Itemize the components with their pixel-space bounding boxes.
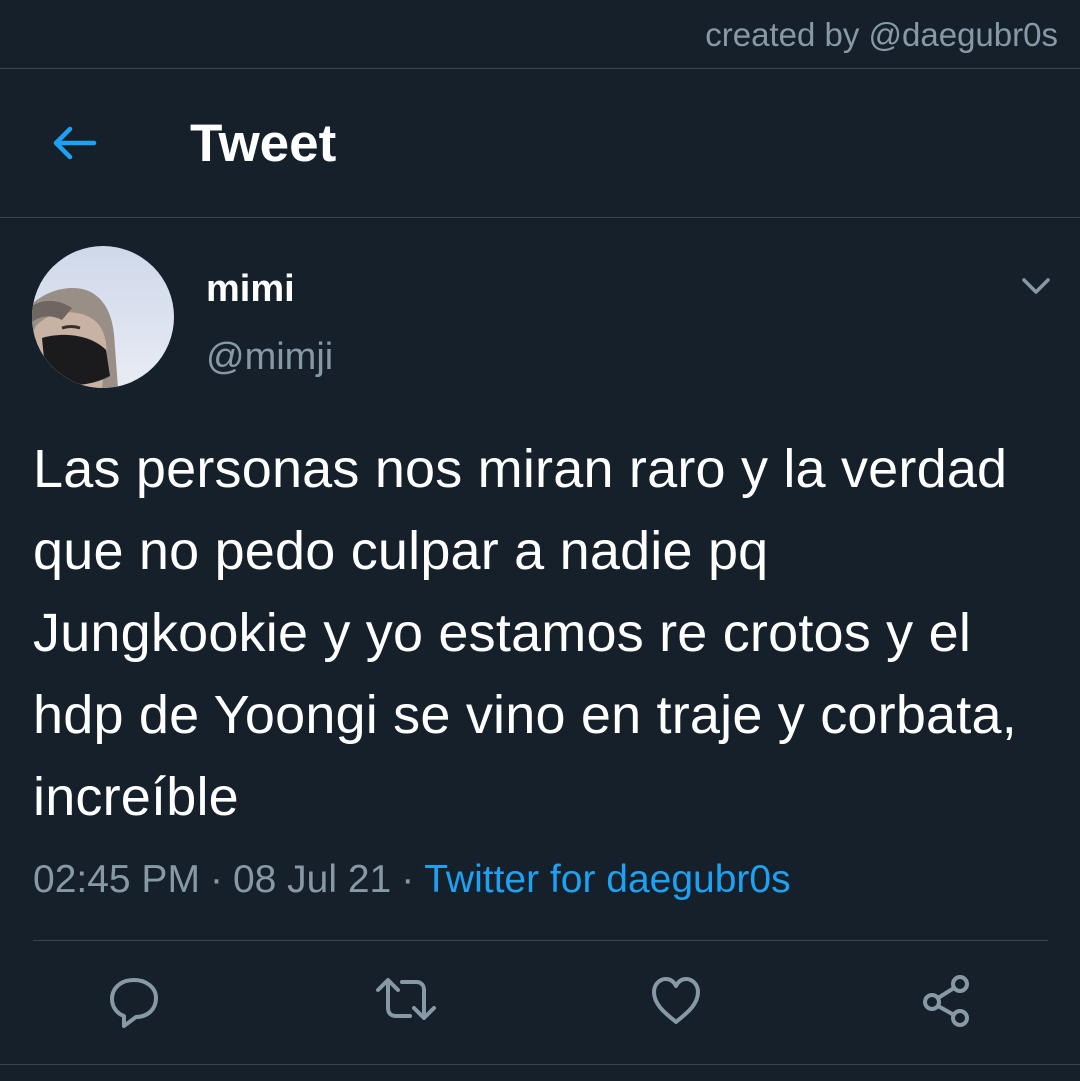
tweet-meta: 02:45 PM · 08 Jul 21 · Twitter for daegubr0s [33, 858, 791, 902]
top-app-bar: Tweet [0, 69, 1080, 218]
meta-separator: · [401, 858, 415, 901]
tweet-page: created by @daegubr0s Tweet mimi @mimji … [0, 0, 1080, 1081]
tweet-date: 08 Jul 21 [232, 858, 392, 901]
tweet-body: Las personas nos miran raro y la verdad … [33, 439, 1017, 827]
avatar[interactable] [32, 246, 174, 388]
arrow-left-icon [53, 126, 97, 160]
reply-icon [110, 978, 158, 1028]
retweet-icon [376, 978, 436, 1020]
tweet-options-button[interactable] [1016, 270, 1056, 302]
share-button[interactable] [918, 970, 974, 1030]
meta-separator: · [209, 858, 223, 901]
heart-icon [652, 977, 700, 1024]
credit-text: created by @daegubr0s [705, 16, 1058, 53]
credit-bar: created by @daegubr0s [0, 0, 1080, 69]
share-icon [923, 975, 969, 1027]
back-button[interactable] [44, 117, 102, 169]
display-name[interactable]: mimi [206, 268, 295, 311]
tweet-time: 02:45 PM [33, 858, 200, 901]
divider [0, 1064, 1080, 1065]
page-title: Tweet [190, 114, 337, 173]
chevron-down-icon [1022, 278, 1050, 294]
retweet-button[interactable] [374, 970, 436, 1030]
reply-button[interactable] [106, 970, 162, 1030]
user-handle[interactable]: @mimji [206, 336, 333, 379]
avatar-photo [32, 246, 174, 388]
like-button[interactable] [648, 970, 704, 1030]
tweet-actions [0, 970, 1080, 1036]
divider [33, 940, 1048, 941]
tweet-source-link[interactable]: Twitter for daegubr0s [424, 858, 790, 901]
